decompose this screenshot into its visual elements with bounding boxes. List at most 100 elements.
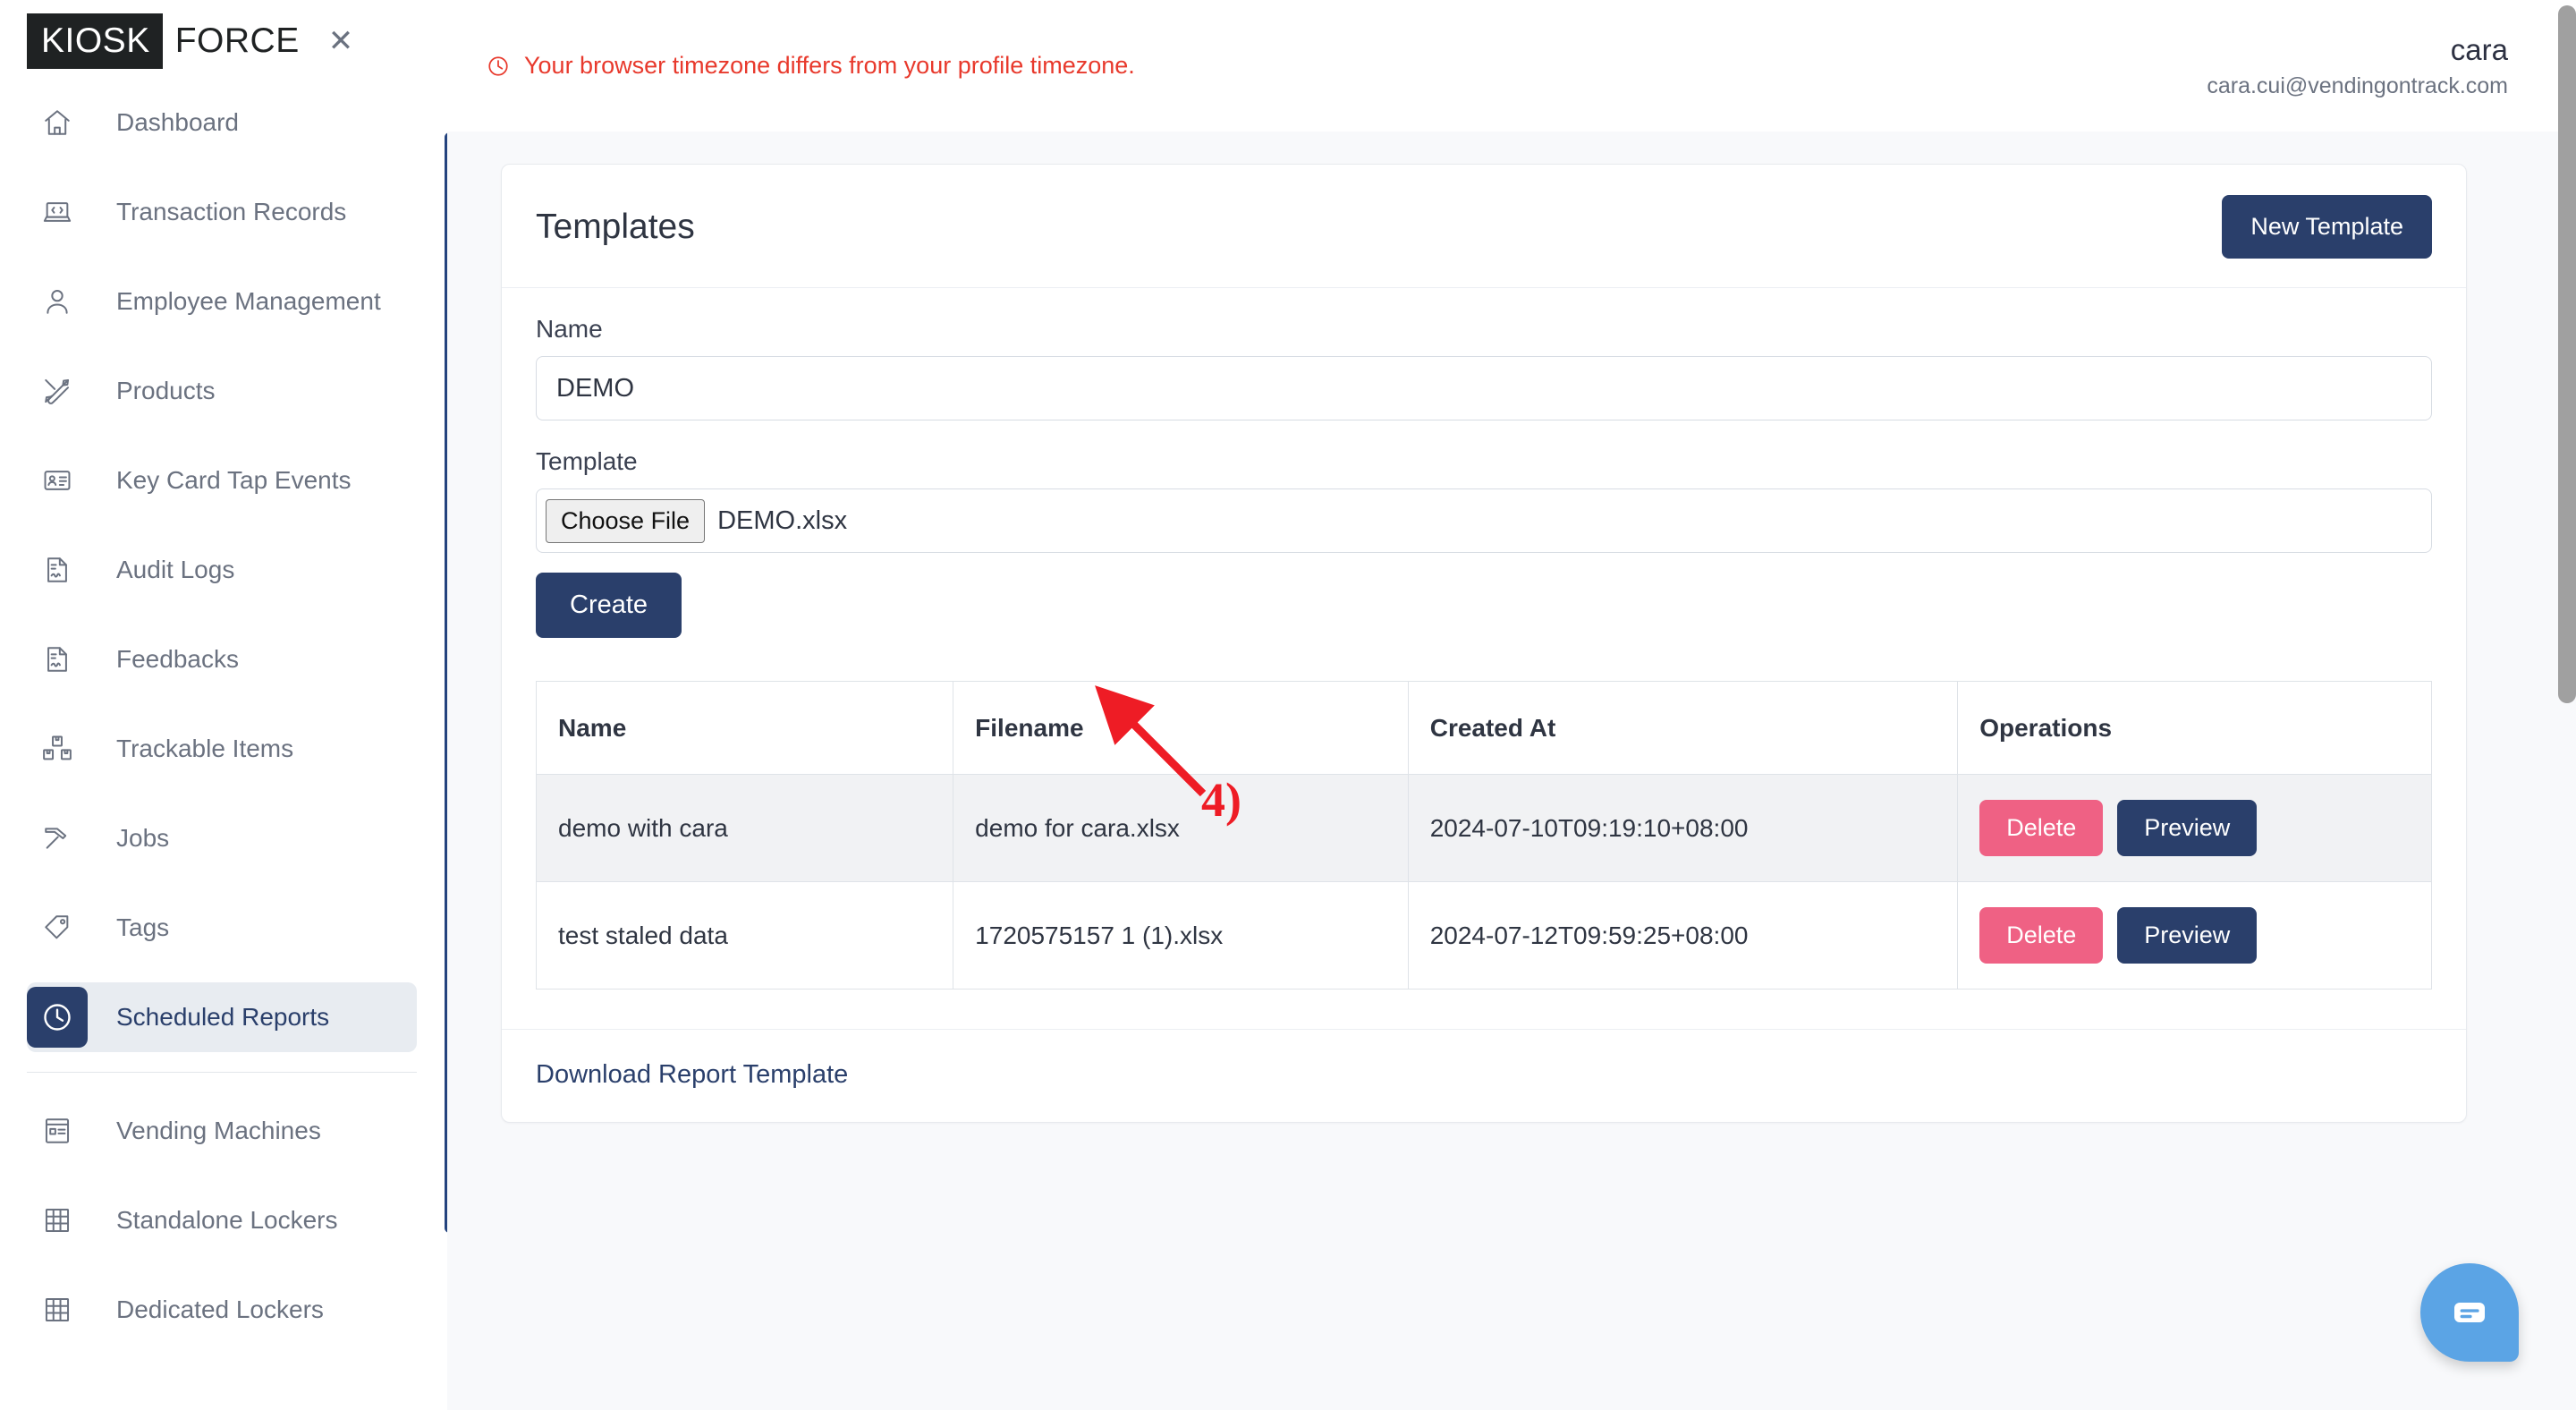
preview-button[interactable]: Preview xyxy=(2117,800,2258,856)
sidebar-item-label: Dedicated Lockers xyxy=(116,1295,324,1323)
sidebar-item-scheduled-reports[interactable]: Scheduled Reports xyxy=(27,982,417,1052)
template-file-picker[interactable]: Choose File DEMO.xlsx xyxy=(536,488,2432,553)
brand-row: KIOSK FORCE ✕ xyxy=(0,0,447,82)
sidebar-item-trackable-items[interactable]: Trackable Items xyxy=(27,714,417,784)
id-card-icon xyxy=(27,450,88,511)
table-header-row: Name Filename Created At Operations xyxy=(535,681,2432,775)
column-header-filename: Filename xyxy=(953,681,1409,775)
sidebar-nav: Dashboard Transaction Records Employee M… xyxy=(0,88,447,1345)
column-header-operations: Operations xyxy=(1957,681,2432,775)
template-field-label: Template xyxy=(536,447,638,475)
name-field-label: Name xyxy=(536,315,603,343)
sidebar-item-label: Scheduled Reports xyxy=(116,1003,330,1031)
sidebar-item-label: Standalone Lockers xyxy=(116,1206,338,1234)
card-header: Templates New Template xyxy=(502,165,2466,288)
table-body: demo with cara demo for cara.xlsx 2024-0… xyxy=(535,774,2432,990)
cell-created-at: 2024-07-10T09:19:10+08:00 xyxy=(1407,774,1959,882)
column-header-name: Name xyxy=(535,681,954,775)
page-title: Templates xyxy=(536,207,695,246)
clock-icon xyxy=(487,55,510,78)
selected-file-name: DEMO.xlsx xyxy=(717,505,848,535)
table-head: Name Filename Created At Operations xyxy=(535,681,2432,775)
sidebar: KIOSK FORCE ✕ Dashboard Transaction Reco… xyxy=(0,0,447,1410)
cell-name: demo with cara xyxy=(535,774,954,882)
timezone-warning: Your browser timezone differs from your … xyxy=(487,52,1135,80)
home-icon xyxy=(27,92,88,153)
delete-button[interactable]: Delete xyxy=(1979,907,2104,964)
clock-icon xyxy=(27,987,88,1048)
topbar: Your browser timezone differs from your … xyxy=(447,0,2576,132)
page-scrollbar[interactable] xyxy=(2558,5,2576,703)
delete-button[interactable]: Delete xyxy=(1979,800,2104,856)
sidebar-item-jobs[interactable]: Jobs xyxy=(27,803,417,873)
choose-file-button[interactable]: Choose File xyxy=(546,498,706,543)
cell-operations: Delete Preview xyxy=(1957,881,2432,990)
sidebar-item-label: Key Card Tap Events xyxy=(116,466,352,494)
card-body: Name Template Choose File DEMO.xlsx Crea… xyxy=(502,288,2466,1029)
sidebar-item-audit-logs[interactable]: Audit Logs xyxy=(27,535,417,605)
app-root: KIOSK FORCE ✕ Dashboard Transaction Reco… xyxy=(0,0,2576,1410)
user-icon xyxy=(27,271,88,332)
sidebar-item-label: Employee Management xyxy=(116,287,381,315)
sidebar-item-feedbacks[interactable]: Feedbacks xyxy=(27,624,417,694)
sidebar-item-label: Products xyxy=(116,377,216,404)
sidebar-item-label: Tags xyxy=(116,913,170,941)
card-footer: Download Report Template xyxy=(502,1029,2466,1122)
column-header-created-at: Created At xyxy=(1407,681,1959,775)
sidebar-item-label: Audit Logs xyxy=(116,556,235,583)
sidebar-item-employee-management[interactable]: Employee Management xyxy=(27,267,417,336)
file-signature-icon xyxy=(27,539,88,600)
cell-filename: 1720575157 1 (1).xlsx xyxy=(953,881,1409,990)
sidebar-item-label: Transaction Records xyxy=(116,198,347,225)
new-template-button[interactable]: New Template xyxy=(2222,195,2432,259)
sidebar-item-dashboard[interactable]: Dashboard xyxy=(27,88,417,157)
sidebar-item-label: Feedbacks xyxy=(116,645,239,673)
sidebar-item-transaction-records[interactable]: Transaction Records xyxy=(27,177,417,247)
cell-name: test staled data xyxy=(535,881,954,990)
sidebar-item-tags[interactable]: Tags xyxy=(27,893,417,963)
create-button[interactable]: Create xyxy=(536,573,682,638)
sidebar-item-label: Dashboard xyxy=(116,108,239,136)
sidebar-item-dedicated-lockers[interactable]: Dedicated Lockers xyxy=(27,1275,417,1345)
laptop-code-icon xyxy=(27,182,88,242)
boxes-icon xyxy=(27,718,88,779)
timezone-warning-text: Your browser timezone differs from your … xyxy=(524,52,1135,79)
templates-card: Templates New Template Name Template Cho… xyxy=(501,164,2467,1123)
content-area: Templates New Template Name Template Cho… xyxy=(447,132,2576,1410)
vending-machine-icon xyxy=(27,1100,88,1161)
chat-bubble-icon xyxy=(2454,1303,2485,1322)
chat-bubble-button[interactable] xyxy=(2420,1263,2519,1362)
download-report-template-link[interactable]: Download Report Template xyxy=(536,1060,848,1089)
user-email: cara.cui@vendingontrack.com xyxy=(2207,72,2508,98)
file-signature-icon xyxy=(27,629,88,690)
user-name: cara xyxy=(2450,33,2508,67)
sidebar-divider xyxy=(27,1072,417,1073)
logo-word: FORCE xyxy=(174,21,300,60)
sidebar-item-label: Vending Machines xyxy=(116,1117,321,1144)
sidebar-item-standalone-lockers[interactable]: Standalone Lockers xyxy=(27,1185,417,1255)
sidebar-item-vending-machines[interactable]: Vending Machines xyxy=(27,1096,417,1166)
sidebar-item-key-card-tap-events[interactable]: Key Card Tap Events xyxy=(27,446,417,515)
close-icon[interactable]: ✕ xyxy=(328,26,354,56)
preview-button[interactable]: Preview xyxy=(2117,907,2258,964)
name-input[interactable] xyxy=(536,356,2432,420)
cell-created-at: 2024-07-12T09:59:25+08:00 xyxy=(1407,881,1959,990)
table-row: demo with cara demo for cara.xlsx 2024-0… xyxy=(535,774,2432,882)
templates-table: Name Filename Created At Operations demo… xyxy=(535,681,2432,990)
cell-operations: Delete Preview xyxy=(1957,774,2432,882)
tag-icon xyxy=(27,897,88,958)
sidebar-item-products[interactable]: Products xyxy=(27,356,417,426)
hammer-icon xyxy=(27,808,88,869)
cell-filename: demo for cara.xlsx xyxy=(953,774,1409,882)
table-row: test staled data 1720575157 1 (1).xlsx 2… xyxy=(535,881,2432,990)
grid-icon xyxy=(27,1190,88,1251)
sidebar-item-label: Jobs xyxy=(116,824,170,852)
user-block[interactable]: cara cara.cui@vendingontrack.com xyxy=(2207,31,2508,100)
grid-icon xyxy=(27,1279,88,1340)
sidebar-item-label: Trackable Items xyxy=(116,735,294,762)
main-region: Your browser timezone differs from your … xyxy=(447,0,2576,1410)
tools-icon xyxy=(27,361,88,421)
annotation-step-label: 4) xyxy=(1201,773,1241,827)
logo[interactable]: KIOSK FORCE xyxy=(27,13,300,69)
logo-mark: KIOSK xyxy=(27,13,163,69)
